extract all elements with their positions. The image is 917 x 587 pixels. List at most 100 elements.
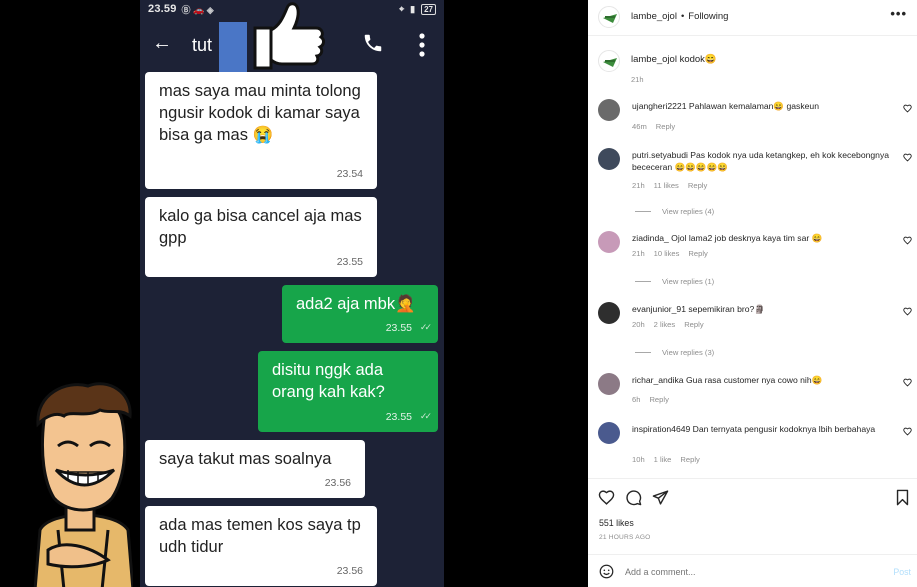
comment-like-count[interactable]: 10 likes <box>654 249 680 258</box>
comment-time: 10h <box>632 455 645 464</box>
comment-time: 21h <box>632 181 645 190</box>
thumbs-up-icon <box>253 2 325 70</box>
comment-meta: 21h 11 likes Reply <box>632 181 707 190</box>
header-username[interactable]: lambe_ojol • Following <box>631 11 728 22</box>
incoming-message-bubble: ada mas temen kos saya tp udh tidur 23.56 <box>145 506 377 586</box>
comment-text: evanjunior_91 sepemikiran bro?🗿 <box>632 304 765 314</box>
comment-like-heart-icon[interactable] <box>903 378 912 387</box>
commenter-avatar[interactable] <box>598 422 620 444</box>
message-text: ada mas temen kos saya tp udh tidur <box>159 516 361 556</box>
comment-like-count[interactable]: 11 likes <box>654 181 679 190</box>
comment-like-heart-icon[interactable] <box>903 104 912 113</box>
header-username-text[interactable]: lambe_ojol <box>631 11 677 22</box>
account-avatar[interactable] <box>598 6 620 28</box>
overflow-menu-icon <box>419 33 425 57</box>
contact-name: tut <box>192 35 213 55</box>
like-heart-icon[interactable] <box>598 489 615 506</box>
message-timestamp: 23.55 <box>336 256 363 268</box>
comment-bubble-icon[interactable] <box>625 489 642 506</box>
lambe-ojol-logo-icon <box>603 58 617 67</box>
post-comment-button[interactable]: Post <box>893 567 911 577</box>
message-timestamp: 23.56 <box>336 565 363 577</box>
status-time: 23.59 <box>148 3 177 15</box>
follow-button[interactable]: Following <box>688 11 728 22</box>
comment-like-count[interactable]: 1 like <box>654 455 672 464</box>
signal-icon: ▮ <box>410 3 416 14</box>
comment-like-heart-icon[interactable] <box>903 236 912 245</box>
comment-time: 20h <box>632 320 645 329</box>
like-count[interactable]: 551 likes <box>599 518 634 528</box>
commenter-avatar[interactable] <box>598 373 620 395</box>
add-comment-bar: Post <box>588 554 917 587</box>
comment-meta: 20h 2 likes Reply <box>632 320 704 329</box>
message-text: disitu nggk ada orang kah kak? <box>272 361 385 401</box>
redaction-block <box>219 22 247 74</box>
post-header: lambe_ojol • Following ••• <box>588 0 917 36</box>
instagram-post-view: 23.59 Ⓑ 🚗 ◈ ⌖ ▮ 27 ← tut mas saya mau mi <box>0 0 917 587</box>
add-comment-input[interactable] <box>625 564 875 580</box>
message-text: mas saya mau minta tolong ngusir kodok d… <box>159 82 361 144</box>
outgoing-message-bubble: ada2 aja mbk🤦 23.55 ✓✓ <box>282 285 438 343</box>
save-bookmark-icon[interactable] <box>894 489 911 506</box>
reply-button[interactable]: Reply <box>649 395 668 404</box>
comment-text: richar_andika Gua rasa customer nya cowo… <box>632 375 823 385</box>
battery-icon: 27 <box>421 3 436 15</box>
post-actions: 551 likes 21 HOURS AGO <box>588 478 917 554</box>
comment-text: putri.setyabudi Pas kodok nya uda ketang… <box>632 150 890 172</box>
lambe-ojol-logo-icon <box>603 14 617 23</box>
incoming-message-bubble: mas saya mau minta tolong ngusir kodok d… <box>145 72 377 189</box>
post-time: 21 HOURS AGO <box>599 534 651 541</box>
caption-time: 21h <box>631 75 644 84</box>
phone-call-icon <box>364 34 382 52</box>
comment-text: ziadinda_ Ojol lama2 job desknya kaya ti… <box>632 233 823 243</box>
comment-text: ujangheri2221 Pahlawan kemalaman😄 gaskeu… <box>632 101 819 111</box>
view-replies-button[interactable]: View replies (1) <box>635 277 714 286</box>
comment-meta: 21h 10 likes Reply <box>632 249 708 258</box>
view-replies-button[interactable]: View replies (3) <box>635 348 714 357</box>
incoming-message-bubble: saya takut mas soalnya 23.56 <box>145 440 365 498</box>
commenter-avatar[interactable] <box>598 148 620 170</box>
message-text: kalo ga bisa cancel aja mas gpp <box>159 207 362 247</box>
more-options-icon[interactable]: ••• <box>890 6 907 21</box>
message-text: ada2 aja mbk🤦 <box>296 295 416 313</box>
caption-avatar[interactable] <box>598 50 620 72</box>
message-timestamp: 23.54 <box>336 168 363 180</box>
back-arrow-icon: ← <box>152 32 172 54</box>
message-timestamp: 23.55 <box>385 322 412 334</box>
comment-meta: 46m Reply <box>632 122 675 131</box>
reply-button[interactable]: Reply <box>688 181 707 190</box>
comment-like-heart-icon[interactable] <box>903 427 912 436</box>
reply-button[interactable]: Reply <box>684 320 703 329</box>
message-timestamp: 23.56 <box>324 477 351 489</box>
share-icon[interactable] <box>652 489 669 506</box>
comment-time: 6h <box>632 395 641 404</box>
separator-dot: • <box>680 11 685 22</box>
read-receipt-icon: ✓✓ <box>419 411 432 421</box>
commenter-avatar[interactable] <box>598 99 620 121</box>
comment-time: 46m <box>632 122 647 131</box>
read-receipt-icon: ✓✓ <box>419 322 432 332</box>
comment-like-heart-icon[interactable] <box>903 153 912 162</box>
commenter-avatar[interactable] <box>598 302 620 324</box>
comment-meta: 10h 1 like Reply <box>632 455 700 464</box>
outgoing-message-bubble: disitu nggk ada orang kah kak? 23.55 ✓✓ <box>258 351 438 432</box>
location-icon: ⌖ <box>399 3 405 14</box>
message-timestamp: 23.55 <box>385 411 412 423</box>
cartoon-character-image <box>33 382 133 587</box>
emoji-picker-icon[interactable] <box>599 564 614 579</box>
commenter-avatar[interactable] <box>598 231 620 253</box>
comment-time: 21h <box>632 249 645 258</box>
incoming-message-bubble: kalo ga bisa cancel aja mas gpp 23.55 <box>145 197 377 277</box>
comment-meta: 6h Reply <box>632 395 669 404</box>
chat-screenshot: 23.59 Ⓑ 🚗 ◈ ⌖ ▮ 27 ← tut mas saya mau mi <box>140 0 444 587</box>
reply-button[interactable]: Reply <box>688 249 707 258</box>
post-media[interactable]: 23.59 Ⓑ 🚗 ◈ ⌖ ▮ 27 ← tut mas saya mau mi <box>0 0 588 587</box>
caption-text: lambe_ojol kodok😄 <box>631 54 717 65</box>
comment-like-heart-icon[interactable] <box>903 307 912 316</box>
comment-like-count[interactable]: 2 likes <box>654 320 676 329</box>
reply-button[interactable]: Reply <box>656 122 675 131</box>
view-replies-button[interactable]: View replies (4) <box>635 207 714 216</box>
reply-button[interactable]: Reply <box>680 455 699 464</box>
comment-text: inspiration4649 Dan ternyata pengusir ko… <box>632 424 876 434</box>
status-icons: Ⓑ 🚗 ◈ <box>181 4 214 15</box>
